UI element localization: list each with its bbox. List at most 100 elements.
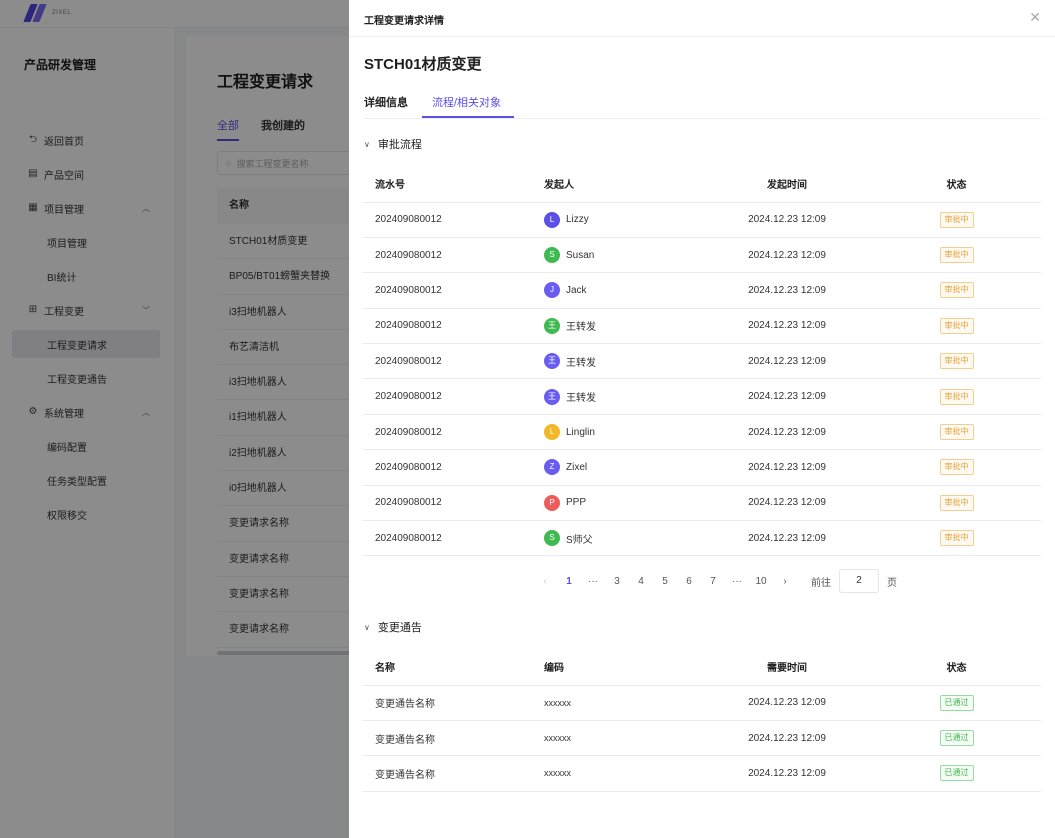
drawer-tabs: 详细信息 流程/相关对象 [364, 94, 525, 118]
notice-row[interactable]: 变更通告名称 xxxxxx 2024.12.23 12:09 已通过 [363, 755, 1041, 792]
initiator: S S师父 [544, 530, 593, 547]
status-cell: 审批中 [872, 449, 1041, 486]
notice-code: xxxxxx [532, 685, 702, 721]
next-page-button[interactable]: › [773, 576, 797, 587]
approval-row[interactable]: 202409080012 S Susan 2024.12.23 12:09 审批中 [363, 237, 1041, 274]
initiator-cell: Z Zixel [532, 449, 702, 486]
status-cell: 已通过 [872, 755, 1041, 792]
page-number-button[interactable]: 5 [653, 576, 677, 587]
approval-row[interactable]: 202409080012 王王转发 2024.12.23 12:09 审批中 [363, 308, 1041, 345]
col-required-time: 需要时间 [702, 649, 872, 686]
status-badge: 审批中 [939, 211, 974, 228]
page-number-button[interactable]: 6 [677, 576, 701, 587]
approval-row[interactable]: 202409080012 王王转发 2024.12.23 12:09 审批中 [363, 378, 1041, 415]
approval-row[interactable]: 202409080012 L Lizzy 2024.12.23 12:09 审批中 [363, 202, 1041, 238]
initiator-name: 王转发 [566, 357, 596, 369]
initiator-name: Susan [566, 249, 595, 261]
page-number-button[interactable]: 10 [749, 576, 773, 587]
initiator: Z Zixel [544, 459, 588, 476]
approval-table-header: 流水号 发起人 发起时间 状态 [363, 166, 1041, 203]
record-title: STCH01材质变更 [364, 56, 482, 73]
initiator: P PPP [544, 494, 587, 511]
chevron-down-icon: ∨ [364, 139, 370, 149]
notice-row[interactable]: 变更通告名称 xxxxxx 2024.12.23 12:09 已通过 [363, 685, 1041, 721]
start-time: 2024.12.23 12:09 [702, 343, 872, 380]
approval-section-title: 审批流程 [377, 139, 422, 151]
avatar: 王 [544, 317, 560, 334]
col-status: 状态 [872, 649, 1041, 686]
page-number-button[interactable]: 7 [701, 576, 725, 587]
initiator-name: S师父 [566, 534, 593, 546]
status-cell: 审批中 [872, 414, 1041, 451]
initiator: 王王转发 [544, 317, 596, 334]
initiator-name: Linglin [566, 426, 595, 438]
col-start-time: 发起时间 [702, 166, 872, 203]
notice-code: xxxxxx [532, 755, 702, 792]
initiator-cell: 王王转发 [532, 378, 702, 415]
initiator-cell: P PPP [532, 485, 702, 522]
approval-row[interactable]: 202409080012 S S师父 2024.12.23 12:09 审批中 [363, 520, 1041, 557]
serial-number: 202409080012 [363, 485, 532, 522]
required-time: 2024.12.23 12:09 [702, 755, 872, 792]
pagination-ellipsis[interactable]: ··· [581, 576, 605, 587]
avatar: J [544, 282, 560, 299]
page-suffix: 页 [887, 577, 897, 589]
serial-number: 202409080012 [363, 272, 532, 309]
notice-row[interactable]: 变更通告名称 xxxxxx 2024.12.23 12:09 已通过 [363, 720, 1041, 757]
serial-number: 202409080012 [363, 202, 532, 238]
status-cell: 审批中 [872, 237, 1041, 274]
serial-number: 202409080012 [363, 414, 532, 451]
col-serial: 流水号 [363, 166, 532, 203]
status-cell: 审批中 [872, 378, 1041, 415]
status-badge: 已通过 [939, 765, 974, 782]
start-time: 2024.12.23 12:09 [702, 414, 872, 451]
notice-name: 变更通告名称 [363, 685, 532, 721]
status-cell: 审批中 [872, 202, 1041, 238]
notice-code: xxxxxx [532, 720, 702, 757]
approval-row[interactable]: 202409080012 王王转发 2024.12.23 12:09 审批中 [363, 343, 1041, 380]
avatar: S [544, 247, 560, 264]
page-number-button[interactable]: 3 [605, 576, 629, 587]
approval-row[interactable]: 202409080012 J Jack 2024.12.23 12:09 审批中 [363, 272, 1041, 309]
status-cell: 已通过 [872, 720, 1041, 757]
required-time: 2024.12.23 12:09 [702, 685, 872, 721]
approval-section-toggle[interactable]: ∨ 审批流程 [364, 136, 422, 152]
notice-section-toggle[interactable]: ∨ 变更通告 [364, 619, 422, 635]
avatar: 王 [544, 353, 560, 370]
avatar: Z [544, 459, 560, 476]
goto-page-input[interactable]: 2 [839, 569, 879, 593]
status-badge: 审批中 [939, 247, 974, 264]
initiator-cell: S S师父 [532, 520, 702, 557]
avatar: 王 [544, 388, 560, 405]
start-time: 2024.12.23 12:09 [702, 520, 872, 557]
goto-label: 前往 [811, 577, 831, 589]
initiator-cell: J Jack [532, 272, 702, 309]
serial-number: 202409080012 [363, 308, 532, 345]
initiator-name: Lizzy [566, 214, 589, 226]
tab-process-related[interactable]: 流程/相关对象 [421, 94, 515, 118]
initiator-cell: 王王转发 [532, 308, 702, 345]
start-time: 2024.12.23 12:09 [702, 308, 872, 345]
status-cell: 审批中 [872, 308, 1041, 345]
page-number-button[interactable]: 1 [557, 576, 581, 587]
initiator-name: 王转发 [566, 393, 596, 405]
approval-row[interactable]: 202409080012 L Linglin 2024.12.23 12:09 审批中 [363, 414, 1041, 451]
page-number-button[interactable]: 4 [629, 576, 653, 587]
close-icon[interactable]: ✕ [1029, 9, 1041, 26]
initiator-name: Jack [566, 284, 587, 296]
approval-row[interactable]: 202409080012 Z Zixel 2024.12.23 12:09 审批中 [363, 449, 1041, 486]
initiator-name: PPP [566, 497, 587, 509]
initiator-name: Zixel [566, 461, 588, 473]
initiator: L Linglin [544, 424, 595, 441]
avatar: L [544, 424, 560, 441]
tab-details[interactable]: 详细信息 [364, 94, 408, 110]
status-badge: 审批中 [939, 388, 974, 405]
pagination-ellipsis[interactable]: ··· [725, 576, 749, 587]
prev-page-button[interactable]: ‹ [533, 576, 557, 587]
detail-drawer: 工程变更请求详情 ✕ STCH01材质变更 详细信息 流程/相关对象 ∨ 审批流… [349, 0, 1055, 838]
start-time: 2024.12.23 12:09 [702, 485, 872, 522]
initiator-cell: 王王转发 [532, 343, 702, 380]
status-badge: 审批中 [939, 530, 974, 547]
serial-number: 202409080012 [363, 378, 532, 415]
approval-row[interactable]: 202409080012 P PPP 2024.12.23 12:09 审批中 [363, 485, 1041, 522]
